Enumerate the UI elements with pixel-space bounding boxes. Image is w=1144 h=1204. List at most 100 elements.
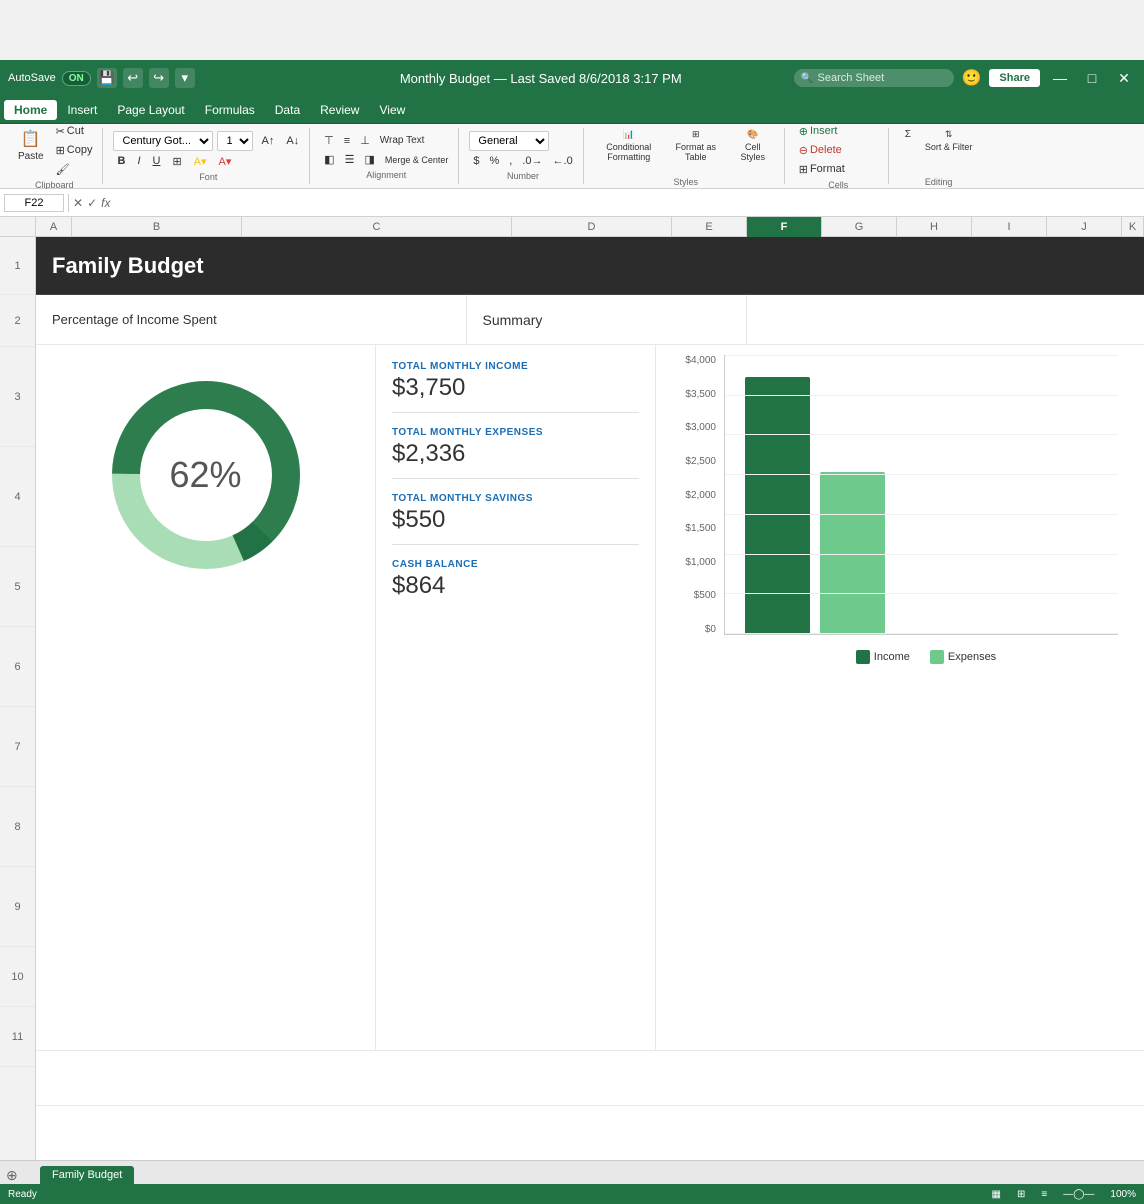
corner-header — [0, 217, 36, 236]
insert-cells-button[interactable]: ⊕ Insert — [795, 123, 849, 140]
col-header-k[interactable]: K — [1122, 217, 1144, 237]
y-label-0: $0 — [705, 624, 716, 635]
col-header-a[interactable]: A — [36, 217, 72, 237]
autosave-toggle[interactable]: ON — [62, 71, 91, 86]
excel-window: AutoSave ON 💾 ↩ ↪ ▾ Monthly Budget — Las… — [0, 60, 1144, 1204]
cell-styles-button[interactable]: 🎨 Cell Styles — [728, 125, 778, 175]
view-normal-icon[interactable]: ▦ — [992, 1189, 1001, 1200]
font-selector[interactable]: Century Got... — [113, 131, 213, 151]
merge-center-button[interactable]: Merge & Center — [381, 153, 453, 167]
row-num-2: 2 — [0, 295, 35, 347]
sort-filter-button[interactable]: ⇅ Sort & Filter — [919, 125, 979, 175]
align-right-button[interactable]: ◨ — [360, 151, 378, 168]
balance-summary-item: CASH BALANCE $864 — [392, 559, 639, 610]
fx-label: fx — [101, 196, 110, 210]
search-wrapper: 🔍 — [794, 69, 954, 87]
menu-view[interactable]: View — [369, 100, 415, 120]
conditional-formatting-button[interactable]: 📊 Conditional Formatting — [594, 125, 664, 175]
col-header-i[interactable]: I — [972, 217, 1047, 237]
cell-styles-icon: 🎨 — [747, 129, 758, 140]
format-cells-button[interactable]: ⊞ Format — [795, 161, 849, 178]
menu-home[interactable]: Home — [4, 100, 57, 120]
menu-insert[interactable]: Insert — [57, 100, 107, 120]
maximize-icon[interactable]: □ — [1080, 66, 1104, 90]
sum-button[interactable]: Σ — [899, 125, 917, 175]
delete-cells-button[interactable]: ⊖ Delete — [795, 142, 849, 159]
cancel-formula-icon[interactable]: ✕ — [73, 196, 83, 210]
number-group: General $ % , .0→ ←.0 Number — [463, 128, 583, 184]
zoom-slider[interactable]: —◯— — [1063, 1189, 1094, 1200]
font-group-label: Font — [113, 172, 303, 182]
font-size-selector[interactable]: 11 — [217, 131, 253, 151]
expenses-value: $2,336 — [392, 440, 639, 468]
align-left-button[interactable]: ◧ — [320, 151, 338, 168]
percent-button[interactable]: % — [486, 153, 504, 169]
formula-input[interactable] — [114, 194, 1140, 212]
bold-button[interactable]: B — [113, 153, 129, 169]
align-top-button[interactable]: ⊤ — [320, 132, 338, 149]
minimize-icon[interactable]: — — [1048, 66, 1072, 90]
format-painter-button[interactable]: 🖌 — [52, 161, 97, 178]
y-label-2000: $2,000 — [685, 490, 716, 501]
align-center-button[interactable]: ☰ — [341, 151, 359, 168]
font-color-button[interactable]: A▾ — [215, 153, 236, 170]
col-header-d[interactable]: D — [512, 217, 672, 237]
income-legend: Income — [856, 650, 910, 664]
col-header-b[interactable]: B — [72, 217, 242, 237]
income-value: $3,750 — [392, 374, 639, 402]
cut-button[interactable]: ✂ Cut — [52, 123, 97, 140]
row-num-4: 4 — [0, 447, 35, 547]
underline-button[interactable]: U — [149, 153, 165, 169]
redo-icon[interactable]: ↪ — [149, 68, 169, 88]
view-break-icon[interactable]: ≡ — [1041, 1189, 1047, 1200]
bar-chart-section: $4,000 $3,500 $3,000 $2,500 $2,000 $1,50… — [656, 345, 1144, 1050]
align-bottom-button[interactable]: ⊥ — [356, 132, 374, 149]
savings-summary-item: TOTAL MONTHLY SAVINGS $550 — [392, 493, 639, 545]
close-icon[interactable]: ✕ — [1112, 66, 1136, 90]
customize-icon[interactable]: ▾ — [175, 68, 195, 88]
sheet-tab-family-budget[interactable]: Family Budget — [40, 1166, 134, 1184]
currency-button[interactable]: $ — [469, 153, 483, 169]
italic-button[interactable]: I — [133, 153, 144, 169]
col-header-h[interactable]: H — [897, 217, 972, 237]
view-layout-icon[interactable]: ⊞ — [1017, 1189, 1025, 1200]
comma-button[interactable]: , — [505, 153, 516, 169]
row-num-3: 3 — [0, 347, 35, 447]
number-label: Number — [469, 171, 576, 181]
alignment-group: ⊤ ≡ ⊥ Wrap Text ◧ ☰ ◨ Merge & Center Ali… — [314, 128, 459, 184]
col-header-c[interactable]: C — [242, 217, 512, 237]
save-icon[interactable]: 💾 — [97, 68, 117, 88]
decrease-decimal-button[interactable]: ←.0 — [549, 153, 577, 169]
col-header-f[interactable]: F — [747, 217, 822, 237]
share-button[interactable]: Share — [989, 69, 1040, 87]
donut-percent-label: 62% — [169, 454, 241, 496]
col-header-j[interactable]: J — [1047, 217, 1122, 237]
wrap-text-button[interactable]: Wrap Text — [376, 133, 429, 148]
menu-formulas[interactable]: Formulas — [195, 100, 265, 120]
number-format-selector[interactable]: General — [469, 131, 549, 151]
cell-reference-input[interactable] — [4, 194, 64, 212]
search-input[interactable] — [794, 69, 954, 87]
copy-button[interactable]: ⊞ Copy — [52, 142, 97, 159]
format-as-table-button[interactable]: ⊞ Format as Table — [666, 125, 726, 175]
menu-review[interactable]: Review — [310, 100, 369, 120]
decrease-font-button[interactable]: A↓ — [282, 133, 303, 149]
increase-font-button[interactable]: A↑ — [257, 133, 278, 149]
clipboard-group: 📋 Paste ✂ Cut ⊞ Copy 🖌 Clipboard — [6, 128, 103, 184]
paste-button[interactable]: 📋 Paste — [12, 125, 50, 175]
status-bar: Ready ▦ ⊞ ≡ —◯— 100% — [0, 1184, 1144, 1204]
row-11 — [36, 1105, 1144, 1160]
summary-label: Summary — [466, 295, 746, 344]
fill-color-button[interactable]: A▾ — [190, 153, 211, 170]
col-header-g[interactable]: G — [822, 217, 897, 237]
increase-decimal-button[interactable]: .0→ — [518, 153, 546, 169]
add-sheet-button[interactable]: ⊕ — [6, 1167, 18, 1184]
menu-page-layout[interactable]: Page Layout — [107, 100, 194, 120]
border-button[interactable]: ⊞ — [168, 153, 185, 170]
confirm-formula-icon[interactable]: ✓ — [87, 196, 97, 210]
menu-data[interactable]: Data — [265, 100, 310, 120]
title-row: Family Budget — [36, 237, 1144, 295]
undo-icon[interactable]: ↩ — [123, 68, 143, 88]
align-middle-button[interactable]: ≡ — [340, 133, 354, 149]
col-header-e[interactable]: E — [672, 217, 747, 237]
